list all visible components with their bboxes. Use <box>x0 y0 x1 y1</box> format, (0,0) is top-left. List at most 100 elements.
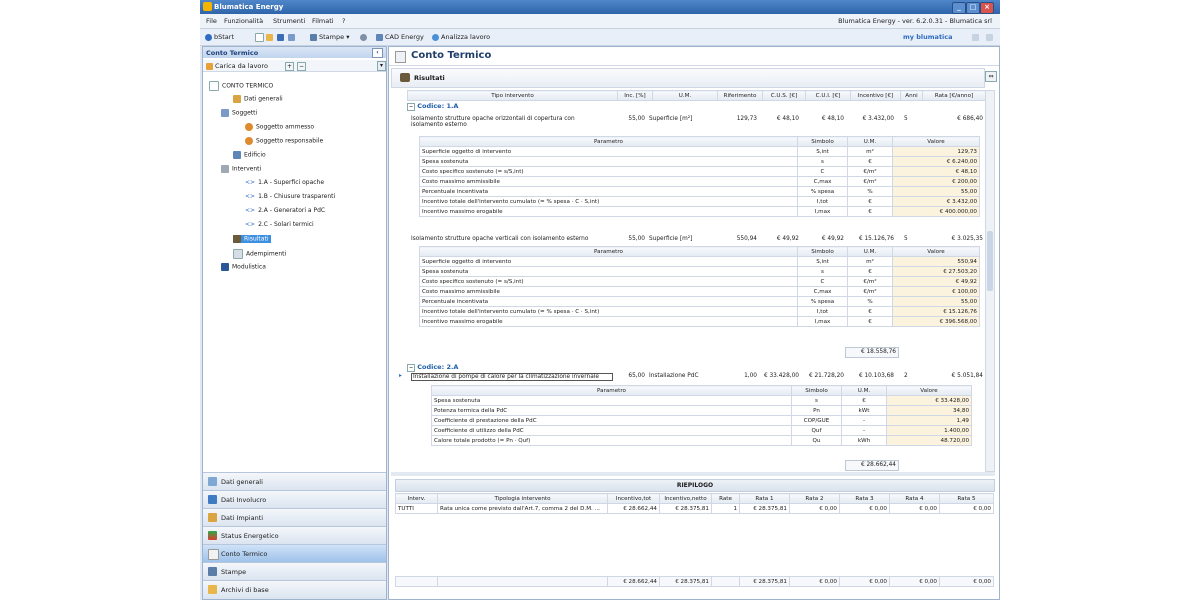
nav-conto-termico[interactable]: Conto Termico <box>203 544 386 562</box>
param-row[interactable]: Coefficiente di utilizzo della PdC Quf -1.… <box>431 425 972 436</box>
collapse-toggle[interactable]: − <box>407 364 416 372</box>
param-row[interactable]: Spesa sostenuta s € € 6.240,00 <box>419 156 980 167</box>
col-rata[interactable]: Rata [€/anno] <box>922 90 986 101</box>
tree-soggetto-ammesso[interactable]: Soggetto ammesso <box>245 123 314 131</box>
nav-dati-involucro[interactable]: Dati Involucro <box>203 490 386 508</box>
param-row[interactable]: Incentivo totale dell'intervento cumulat… <box>419 306 980 317</box>
analizza-lavoro-button[interactable]: Analizza lavoro <box>432 33 490 41</box>
col-rata-1[interactable]: Rata 1 <box>739 493 790 504</box>
param-row[interactable]: Incentivo totale dell'intervento cumulat… <box>419 196 980 207</box>
col-rate[interactable]: Rate <box>711 493 740 504</box>
splitter[interactable] <box>391 472 995 476</box>
tree-soggetti[interactable]: Soggetti <box>221 109 257 117</box>
col-tipo-intervento[interactable]: Tipo intervento <box>407 90 618 101</box>
open-button[interactable] <box>266 33 275 41</box>
param-row[interactable]: Coefficiente di prestazione della PdC COP… <box>431 415 972 426</box>
menu-filmati[interactable]: Filmati <box>312 17 334 25</box>
param-row[interactable]: Percentuale incentivata% spesa% 55,00 <box>419 186 980 197</box>
col-incentivo-tot[interactable]: Incentivo,tot <box>607 493 660 504</box>
intervento-row-2[interactable]: Isolamento strutture opache verticali co… <box>411 236 985 246</box>
tree-edificio[interactable]: Edificio <box>233 151 266 159</box>
col-tipologia[interactable]: Tipologia intervento <box>437 493 608 504</box>
nav-dati-impianti[interactable]: Dati Impianti <box>203 508 386 526</box>
nav-archivi-di-base[interactable]: Archivi di base <box>203 580 386 599</box>
param-row[interactable]: Costo specifico sostenuto (= s/S,int) C €/… <box>419 166 980 177</box>
menu-file[interactable]: File <box>206 17 217 25</box>
tree-risultati[interactable]: Risultati <box>233 235 272 243</box>
col-um[interactable]: U.M. <box>652 90 718 101</box>
minimize-button[interactable]: _ <box>952 2 966 14</box>
param-row[interactable]: Costo massimo ammissibile C,max €/m² € 200,… <box>419 176 980 187</box>
riepilogo-table: Interv. Tipologia intervento Incentivo,t… <box>395 493 994 514</box>
col-interv[interactable]: Interv. <box>395 493 438 504</box>
riepilogo-row[interactable]: TUTTI Rata unica come previsto dall'Art.… <box>395 503 994 514</box>
param-row[interactable]: Potenza termica della PdC Pn kWt 34,80 <box>431 405 972 416</box>
tree-soggetto-responsabile[interactable]: Soggetto responsabile <box>245 137 323 145</box>
collapse-panel-button[interactable]: ‹ <box>372 48 383 58</box>
col-rata-3[interactable]: Rata 3 <box>839 493 890 504</box>
intervento-row-1[interactable]: Isolamento strutture opache orizzontali … <box>411 116 985 130</box>
param-row[interactable]: Percentuale incentivata% spesa% 55,00 <box>419 296 980 307</box>
close-button[interactable]: × <box>980 2 994 14</box>
param-row[interactable]: Superficie oggetto di intervento S,int m² 1… <box>419 146 980 157</box>
edit-button[interactable] <box>288 33 297 41</box>
tree-modulistica[interactable]: Modulistica <box>221 263 266 271</box>
help-button[interactable] <box>972 33 981 41</box>
new-button[interactable] <box>255 33 266 42</box>
col-rata-2[interactable]: Rata 2 <box>789 493 840 504</box>
tree-intervento-1a[interactable]: <> 1.A - Superfici opache <box>245 179 324 186</box>
group-codice-2a[interactable]: − Codice: 2.A <box>407 363 458 372</box>
col-rata-5[interactable]: Rata 5 <box>939 493 994 504</box>
param-row[interactable]: Superficie oggetto di intervento S,int m² 5… <box>419 256 980 267</box>
param-row[interactable]: Costo massimo ammissibile C,max €/m² € 100,… <box>419 286 980 297</box>
tree-intervento-1b[interactable]: <> 1.B - Chiusure trasparenti <box>245 193 335 200</box>
dropdown-button[interactable]: ▾ <box>377 61 386 71</box>
tree-intervento-2a[interactable]: <> 2.A - Generatori a PdC <box>245 207 325 214</box>
carica-da-lavoro-button[interactable]: Carica da lavoro <box>206 62 268 70</box>
menu-help[interactable]: ? <box>342 17 345 25</box>
expand-results-button[interactable]: ⇔ <box>985 71 997 82</box>
nav-stampe[interactable]: Stampe <box>203 562 386 580</box>
brand-link[interactable]: my blumatica <box>903 33 953 41</box>
col-incentivo-netto[interactable]: Incentivo,netto <box>659 493 712 504</box>
col-cui[interactable]: C.U.I. [€] <box>805 90 851 101</box>
param-row[interactable]: Spesa sostenuta s € € 33.428,00 <box>431 395 972 406</box>
tree-root[interactable]: CONTO TERMICO <box>209 81 273 91</box>
param-row[interactable]: Incentivo massimo erogabile I,max € € 396.5… <box>419 316 980 327</box>
tree-adempimenti[interactable]: Adempimenti <box>233 249 286 259</box>
collapse-toggle[interactable]: − <box>407 103 416 111</box>
riepilogo-tipologia: Rata unica come previsto dall'Art.7, com… <box>437 503 608 514</box>
nav-status-energetico[interactable]: Status Energetico <box>203 526 386 544</box>
col-inc[interactable]: Inc. [%] <box>617 90 653 101</box>
stampe-button[interactable]: Stampe ▾ <box>310 33 349 41</box>
param-row[interactable]: Spesa sostenuta s € € 27.503,20 <box>419 266 980 277</box>
scrollbar-thumb[interactable] <box>987 231 993 291</box>
maximize-button[interactable]: □ <box>966 2 980 14</box>
col-riferimento[interactable]: Riferimento <box>717 90 763 101</box>
param-row[interactable]: Calore totale prodotto (= Pn · Quf) Qu kWh… <box>431 435 972 446</box>
expand-all-button[interactable]: + <box>285 62 294 71</box>
col-cus[interactable]: C.U.S. [€] <box>762 90 806 101</box>
options-button[interactable] <box>986 33 995 41</box>
col-rata-4[interactable]: Rata 4 <box>889 493 940 504</box>
col-incentivo[interactable]: Incentivo [€] <box>850 90 901 101</box>
intervento-tipo[interactable]: Installazione di pompe di calore per la … <box>411 373 613 381</box>
group-codice-1a[interactable]: − Codice: 1.A <box>407 102 458 111</box>
menu-funzionalita[interactable]: Funzionalità <box>224 17 263 25</box>
tree-interventi[interactable]: Interventi <box>221 165 261 173</box>
cad-energy-button[interactable]: CAD Energy <box>376 33 424 41</box>
results-scrollbar[interactable] <box>985 90 995 472</box>
col-anni[interactable]: Anni <box>900 90 923 101</box>
tree-dati-generali[interactable]: Dati generali <box>233 95 283 103</box>
save-button[interactable] <box>277 33 286 41</box>
tree-intervento-2c[interactable]: <> 2.C - Solari termici <box>245 221 314 228</box>
collapse-all-button[interactable]: − <box>297 62 306 71</box>
menu-strumenti[interactable]: Strumenti <box>273 17 305 25</box>
riepilogo-incentivo-tot: € 28.662,44 <box>607 503 660 514</box>
param-row[interactable]: Costo specifico sostenuto (= s/S,int) C €/… <box>419 276 980 287</box>
intervento-row-3[interactable]: ▸ Installazione di pompe di calore per l… <box>399 373 985 383</box>
param-row[interactable]: Incentivo massimo erogabile I,max € € 400.0… <box>419 206 980 217</box>
nav-dati-generali[interactable]: Dati generali <box>203 472 386 490</box>
bstart-button[interactable]: bStart <box>205 33 234 41</box>
settings-button[interactable] <box>360 33 369 41</box>
